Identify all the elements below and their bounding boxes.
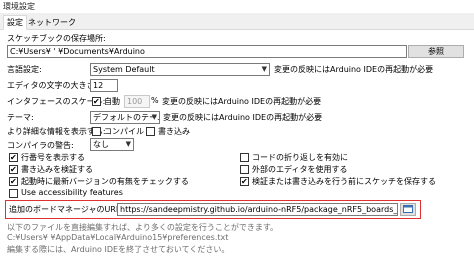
- language-select-value: System Default: [93, 65, 155, 74]
- compiler-warnings-select[interactable]: なし ▼: [90, 138, 134, 151]
- theme-select-value: デフォルトのテー..: [93, 113, 160, 122]
- boards-url-label: 追加のボードマネージャのURL:: [9, 205, 124, 214]
- tab-bar: 設定 ネットワーク: [0, 14, 474, 30]
- external-editor-checkbox[interactable]: [240, 165, 249, 174]
- check-updates-label: 起動時に最新バージョンの有無をチェックする: [21, 177, 189, 186]
- save-before-verify-checkbox[interactable]: [240, 176, 249, 187]
- show-line-numbers-checkbox[interactable]: [9, 152, 18, 163]
- theme-restart-note: 変更の反映にはArduino IDEの再起動が必要: [163, 113, 323, 122]
- accessibility-checkbox[interactable]: [9, 189, 18, 198]
- compiler-warnings-value: なし: [93, 140, 109, 149]
- theme-select[interactable]: デフォルトのテー.. ▼: [90, 111, 160, 124]
- scale-auto-label: 自動: [104, 97, 120, 106]
- tab-settings[interactable]: 設定: [3, 15, 27, 30]
- code-folding-label: コードの折り返しを有効に: [252, 153, 348, 162]
- check-updates-checkbox[interactable]: [9, 176, 18, 187]
- window-title: 環境設定: [3, 2, 35, 11]
- font-size-label: エディタの文字の大きさ:: [7, 81, 98, 90]
- language-select[interactable]: System Default ▼: [90, 63, 270, 76]
- scale-input[interactable]: 100: [124, 95, 150, 108]
- tab-network[interactable]: ネットワーク: [25, 16, 79, 29]
- language-label: 言語設定:: [7, 65, 42, 74]
- chevron-down-icon: ▼: [151, 113, 157, 121]
- window-list-icon: [403, 205, 413, 216]
- edit-urls-button[interactable]: [400, 203, 416, 216]
- code-folding-checkbox[interactable]: [240, 153, 249, 162]
- verbose-upload-label: 書き込み: [158, 127, 190, 136]
- accessibility-label: Use accessibility features: [21, 188, 123, 197]
- footer-edit-note: 以下のファイルを直接編集すれば、より多くの設定を行うことができます。: [7, 223, 279, 232]
- browse-button[interactable]: 参照: [408, 45, 464, 58]
- verify-upload-checkbox[interactable]: [9, 164, 18, 175]
- boards-url-input[interactable]: https://sandeepmistry.github.io/arduino-…: [117, 203, 398, 216]
- verbose-upload-checkbox[interactable]: [146, 127, 155, 136]
- chevron-down-icon: ▼: [125, 140, 131, 148]
- show-line-numbers-label: 行番号を表示する: [21, 153, 85, 162]
- scale-label: インタフェースのスケール:: [7, 97, 106, 106]
- save-before-verify-label: 検証または書き込みを行う前にスケッチを保存する: [252, 177, 436, 186]
- compiler-warnings-label: コンパイラの警告:: [7, 141, 74, 150]
- verify-upload-label: 書き込みを検証する: [21, 165, 93, 174]
- theme-label: テーマ:: [7, 113, 34, 122]
- scale-restart-note: 変更の反映にはArduino IDEの再起動が必要: [162, 97, 322, 106]
- chevron-down-icon: ▼: [261, 65, 267, 73]
- footer-close-note: 編集する際には、Arduino IDEを終了させておいてください。: [7, 245, 230, 254]
- external-editor-label: 外部のエディタを使用する: [252, 165, 348, 174]
- verbose-compile-checkbox[interactable]: [92, 127, 101, 136]
- scale-unit: %: [151, 96, 159, 105]
- language-restart-note: 変更の反映にはArduino IDEの再起動が必要: [274, 65, 434, 74]
- scale-auto-checkbox[interactable]: [92, 96, 101, 107]
- window-titlebar: 環境設定: [0, 0, 474, 13]
- font-size-input[interactable]: 12: [90, 79, 118, 92]
- verbose-compile-label: コンパイル: [104, 127, 144, 136]
- preferences-file-path: C:¥Users¥ ¥AppData¥Local¥Arduino15¥prefe…: [7, 233, 229, 242]
- sketchbook-label: スケッチブックの保存場所:: [7, 34, 106, 43]
- verbose-label: より詳細な情報を表示する:: [7, 127, 106, 136]
- settings-panel: スケッチブックの保存場所: C:¥Users¥ ' ¥Documents¥Ard…: [0, 30, 474, 263]
- sketchbook-path-input[interactable]: C:¥Users¥ ' ¥Documents¥Arduino: [7, 45, 407, 58]
